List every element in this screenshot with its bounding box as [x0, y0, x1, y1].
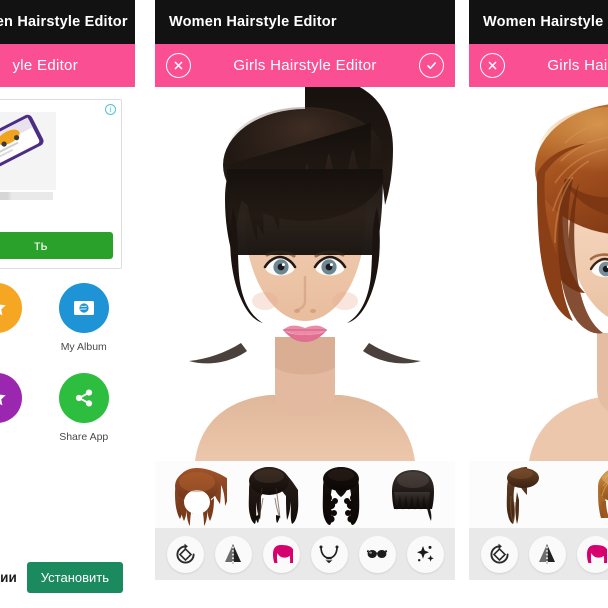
- hairstyle-thumb-ginger-bob[interactable]: [589, 464, 608, 526]
- model-auburn-short-bob: [469, 87, 608, 461]
- app-title: Women Hairstyle Editor: [169, 14, 337, 30]
- rotate-icon[interactable]: [480, 535, 518, 573]
- hairstyle-thumb-long-brown-wavy[interactable]: [493, 464, 553, 526]
- bottom-ad-text: тиции: [0, 569, 17, 585]
- ad-thumbnail-image: [0, 112, 56, 190]
- check-circle-icon[interactable]: [419, 53, 444, 78]
- action-bar: yle Editor: [0, 44, 135, 87]
- status-bar: Women Hairstyle Editor: [0, 0, 135, 44]
- hairstyle-thumb-long-black-curly[interactable]: [311, 464, 371, 526]
- hairstyle-thumb-black-bangs-fringe[interactable]: [383, 464, 443, 526]
- ad-caption-text: [0, 192, 53, 200]
- action-bar-title: Girls Hairstyle Editor: [547, 57, 608, 74]
- photo-canvas[interactable]: [469, 87, 608, 461]
- menu-item-label: Share App: [59, 431, 109, 443]
- close-circle-icon[interactable]: [480, 53, 505, 78]
- necklace-icon[interactable]: [310, 535, 348, 573]
- action-bar: Girls Hairstyle Editor: [469, 44, 608, 87]
- home-menu-row-1: My Album: [0, 283, 135, 353]
- action-bar-title: Girls Hairstyle Editor: [233, 57, 377, 74]
- rate-icon[interactable]: [0, 373, 23, 423]
- editor-toolbar[interactable]: [469, 528, 608, 580]
- action-bar: Girls Hairstyle Editor: [155, 44, 455, 87]
- status-bar: Women Hairstyle Editor: [469, 0, 608, 44]
- star-icon[interactable]: [0, 283, 23, 333]
- editor-toolbar[interactable]: [155, 528, 455, 580]
- hair-icon[interactable]: [576, 535, 608, 573]
- menu-item-label: My Album: [60, 341, 107, 353]
- home-content: i ть My Album Share App ии Установить: [0, 87, 135, 608]
- menu-item-purple[interactable]: s: [0, 373, 34, 443]
- app-title: Women Hairstyle Editor: [0, 14, 128, 30]
- screenshot-stage: Women Hairstyle Editor yle Editor i: [0, 0, 608, 608]
- home-screen-panel: Women Hairstyle Editor yle Editor i: [0, 0, 135, 608]
- action-bar-title: yle Editor: [12, 57, 78, 74]
- hairstyle-thumb-auburn-bob-with-bangs[interactable]: [167, 464, 230, 526]
- menu-item-share-app[interactable]: Share App: [47, 373, 121, 443]
- album-icon[interactable]: [58, 283, 109, 333]
- ad-install-button[interactable]: ть: [0, 232, 113, 259]
- ad-card[interactable]: i ть: [0, 99, 122, 269]
- home-menu-row-2: s Share App: [0, 373, 135, 443]
- status-bar: Women Hairstyle Editor: [155, 0, 455, 44]
- model-dark-hair-bangs: [155, 87, 455, 461]
- close-circle-icon[interactable]: [166, 53, 191, 78]
- hairstyle-thumbnail-strip[interactable]: [469, 461, 608, 528]
- flip-icon[interactable]: [528, 535, 566, 573]
- menu-item-my-album[interactable]: My Album: [47, 283, 121, 353]
- hairstyle-thumbnail-strip[interactable]: [155, 461, 455, 528]
- editor-panel-red-hair: Women Hairstyle Editor Girls Hairstyle E…: [469, 0, 608, 608]
- bottom-ad-bar: тиции Установить: [0, 546, 135, 608]
- flip-icon[interactable]: [214, 535, 252, 573]
- share-icon[interactable]: [58, 373, 109, 423]
- home-menu-grid: My Album s: [0, 283, 135, 463]
- editor-panel-dark-hair: Women Hairstyle Editor Girls Hairstyle E…: [155, 0, 455, 608]
- photo-canvas[interactable]: [155, 87, 455, 461]
- hair-icon[interactable]: [262, 535, 300, 573]
- sparkle-icon[interactable]: [406, 535, 444, 573]
- bottom-ad-install-button[interactable]: Установить: [26, 561, 123, 593]
- rotate-icon[interactable]: [166, 535, 204, 573]
- ad-info-icon[interactable]: i: [105, 104, 116, 115]
- hairstyle-thumb-long-dark-wavy[interactable]: [239, 464, 299, 526]
- app-title: Women Hairstyle Editor: [483, 14, 608, 30]
- sunglasses-icon[interactable]: [358, 535, 396, 573]
- menu-item-orange[interactable]: [0, 283, 34, 353]
